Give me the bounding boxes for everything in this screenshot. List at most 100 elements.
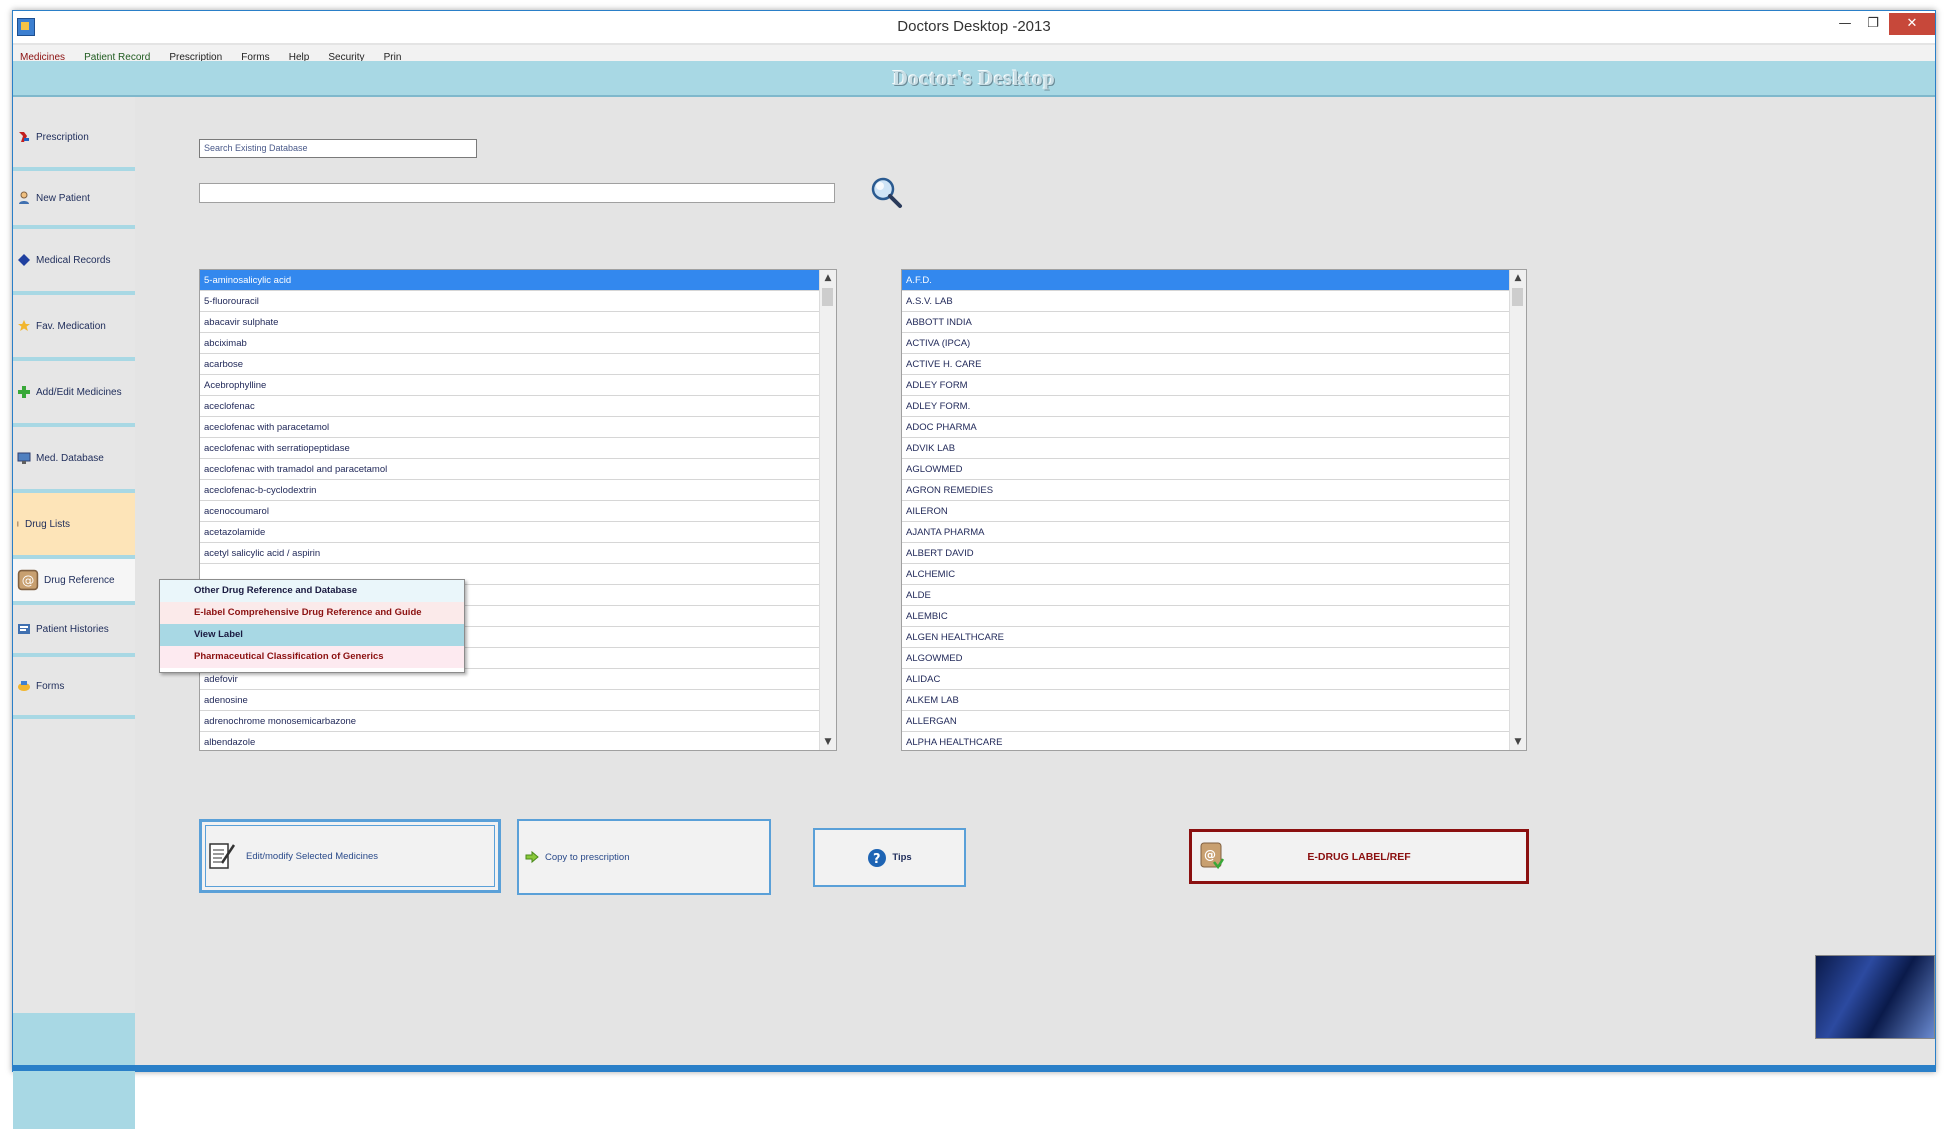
status-bar: [13, 1065, 1935, 1071]
list-item[interactable]: acarbose: [200, 354, 836, 375]
help-icon: ?: [868, 848, 887, 867]
list-item[interactable]: aceclofenac with paracetamol: [200, 417, 836, 438]
popup-item-e-label-guide[interactable]: E-label Comprehensive Drug Reference and…: [160, 602, 464, 624]
scroll-down-icon[interactable]: ▼: [820, 734, 836, 750]
drug-reference-popup-menu: Other Drug Reference and Database E-labe…: [159, 579, 465, 673]
window-title: Doctors Desktop -2013: [897, 18, 1051, 35]
scroll-thumb[interactable]: [1512, 288, 1523, 306]
sidebar-footer: [13, 1013, 135, 1129]
list-item[interactable]: ADLEY FORM.: [902, 396, 1526, 417]
list-item[interactable]: aceclofenac with tramadol and paracetamo…: [200, 459, 836, 480]
tips-button[interactable]: ? Tips: [813, 828, 966, 887]
list-item[interactable]: ALGEN HEALTHCARE: [902, 627, 1526, 648]
company-list-scrollbar[interactable]: ▲ ▼: [1509, 270, 1526, 750]
list-icon: [17, 521, 19, 527]
popup-item-view-label[interactable]: View Label: [160, 624, 464, 646]
add-icon: [18, 386, 30, 398]
sidebar-item-prescription[interactable]: Prescription: [13, 107, 135, 171]
list-item[interactable]: ALCHEMIC: [902, 564, 1526, 585]
generic-list-scrollbar[interactable]: ▲ ▼: [819, 270, 836, 750]
search-database-label[interactable]: Search Existing Database: [199, 139, 477, 158]
sidebar-item-add-edit-medicines[interactable]: Add/Edit Medicines: [13, 361, 135, 427]
list-item[interactable]: abacavir sulphate: [200, 312, 836, 333]
list-item[interactable]: ALLERGAN: [902, 711, 1526, 732]
list-item[interactable]: ALKEM LAB: [902, 690, 1526, 711]
generic-medicine-list[interactable]: 5-aminosalicylic acid 5-fluorouracil abaca…: [199, 269, 837, 751]
list-item[interactable]: aceclofenac with serratiopeptidase: [200, 438, 836, 459]
edit-medicines-button[interactable]: Edit/modify Selected Medicines: [199, 819, 501, 893]
sidebar-item-drug-lists[interactable]: Drug Lists: [13, 493, 135, 559]
company-list[interactable]: A.F.D. A.S.V. LAB ABBOTT INDIA ACTIVA (IPCA…: [901, 269, 1527, 751]
sidebar-item-forms[interactable]: Forms: [13, 657, 135, 719]
list-item[interactable]: AJANTA PHARMA: [902, 522, 1526, 543]
list-item[interactable]: AGRON REMEDIES: [902, 480, 1526, 501]
company-list-rows: A.F.D. A.S.V. LAB ABBOTT INDIA ACTIVA (IPCA…: [902, 270, 1526, 750]
title-bar: Doctors Desktop -2013 — ❐ ✕: [13, 11, 1935, 43]
list-item[interactable]: acetyl salicylic acid / aspirin: [200, 543, 836, 564]
copy-button-label: Copy to prescription: [545, 851, 630, 863]
popup-item-other-drug-reference[interactable]: Other Drug Reference and Database: [160, 580, 464, 602]
scroll-up-icon[interactable]: ▲: [820, 270, 836, 286]
scroll-up-icon[interactable]: ▲: [1510, 270, 1526, 286]
search-icon[interactable]: [869, 175, 903, 209]
list-item[interactable]: A.S.V. LAB: [902, 291, 1526, 312]
list-item[interactable]: 5-fluorouracil: [200, 291, 836, 312]
list-item[interactable]: A.F.D.: [902, 270, 1526, 291]
copy-to-prescription-button[interactable]: Copy to prescription: [517, 819, 771, 895]
banner-title: Doctor's Desktop: [892, 66, 1056, 90]
list-item[interactable]: ALEMBIC: [902, 606, 1526, 627]
maximize-button[interactable]: ❐: [1859, 13, 1887, 35]
list-item[interactable]: albendazole: [200, 732, 836, 750]
e-drug-button-label: E-DRUG LABEL/REF: [1307, 850, 1411, 863]
svg-text:?: ?: [873, 852, 881, 867]
list-item[interactable]: ACTIVA (IPCA): [902, 333, 1526, 354]
list-item[interactable]: ALDE: [902, 585, 1526, 606]
list-item[interactable]: adenosine: [200, 690, 836, 711]
sidebar-item-medical-records[interactable]: Medical Records: [13, 229, 135, 295]
history-icon: [18, 624, 30, 634]
list-item[interactable]: aceclofenac-b-cyclodextrin: [200, 480, 836, 501]
sidebar-item-new-patient[interactable]: New Patient: [13, 171, 135, 229]
list-item[interactable]: ADVIK LAB: [902, 438, 1526, 459]
generic-list-rows: 5-aminosalicylic acid 5-fluorouracil abaca…: [200, 270, 836, 750]
list-item[interactable]: ACTIVE H. CARE: [902, 354, 1526, 375]
list-item[interactable]: AGLOWMED: [902, 459, 1526, 480]
e-drug-label-button[interactable]: @ E-DRUG LABEL/REF: [1189, 829, 1529, 884]
sidebar-item-fav-medication[interactable]: Fav. Medication: [13, 295, 135, 361]
list-item[interactable]: acetazolamide: [200, 522, 836, 543]
list-item[interactable]: ADLEY FORM: [902, 375, 1526, 396]
list-item[interactable]: 5-aminosalicylic acid: [200, 270, 836, 291]
list-item[interactable]: ABBOTT INDIA: [902, 312, 1526, 333]
list-item[interactable]: ALGOWMED: [902, 648, 1526, 669]
sidebar-item-label: Med. Database: [36, 452, 104, 464]
list-item[interactable]: ADOC PHARMA: [902, 417, 1526, 438]
list-item[interactable]: AILERON: [902, 501, 1526, 522]
sidebar-item-label: Drug Lists: [25, 518, 71, 530]
close-button[interactable]: ✕: [1889, 13, 1935, 35]
monitor-icon: [17, 452, 31, 464]
sidebar-item-label: Add/Edit Medicines: [36, 386, 122, 398]
list-item[interactable]: acenocoumarol: [200, 501, 836, 522]
sidebar-item-patient-histories[interactable]: Patient Histories: [13, 605, 135, 657]
list-item[interactable]: Acebrophylline: [200, 375, 836, 396]
sidebar-item-label: Forms: [36, 680, 65, 692]
scroll-thumb[interactable]: [822, 288, 833, 306]
minimize-button[interactable]: —: [1831, 13, 1859, 35]
sidebar-item-med-database[interactable]: Med. Database: [13, 427, 135, 493]
popup-item-pharmaceutical-classification[interactable]: Pharmaceutical Classification of Generic…: [160, 646, 464, 668]
preview-thumbnail: [1815, 955, 1935, 1039]
search-input[interactable]: [199, 183, 835, 203]
scroll-down-icon[interactable]: ▼: [1510, 734, 1526, 750]
arrow-right-icon: [525, 850, 539, 864]
forms-icon: [18, 681, 30, 691]
list-item[interactable]: ALIDAC: [902, 669, 1526, 690]
list-item[interactable]: aceclofenac: [200, 396, 836, 417]
list-item[interactable]: abciximab: [200, 333, 836, 354]
sidebar-item-label: Medical Records: [36, 254, 111, 266]
prescription-icon: [19, 132, 29, 142]
sidebar-item-drug-reference[interactable]: @ Drug Reference: [13, 559, 135, 605]
star-icon: [18, 320, 30, 331]
list-item[interactable]: ALPHA HEALTHCARE: [902, 732, 1526, 750]
list-item[interactable]: ALBERT DAVID: [902, 543, 1526, 564]
list-item[interactable]: adrenochrome monosemicarbazone: [200, 711, 836, 732]
